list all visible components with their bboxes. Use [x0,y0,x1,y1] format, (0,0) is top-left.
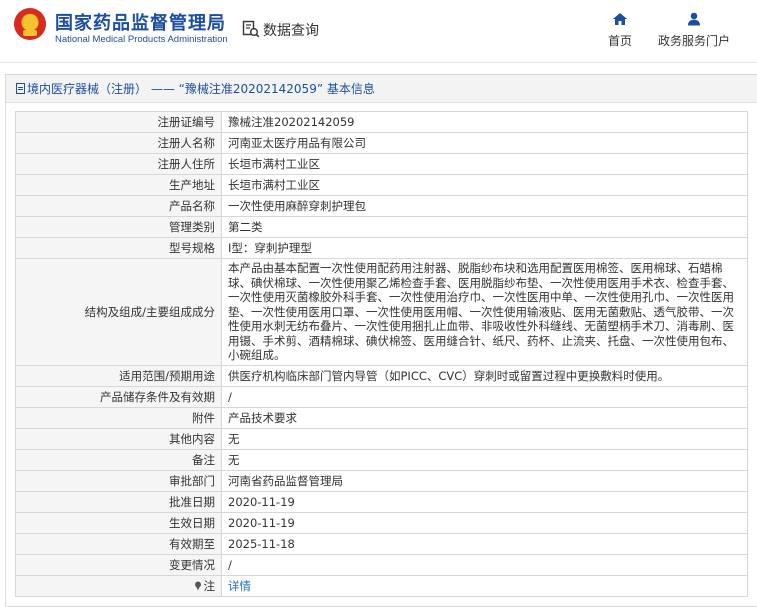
table-row: 注册证编号 豫械注准20202142059 [15,111,748,133]
table-row: 审批部门 河南省药品监督管理局 [15,469,748,492]
field-value: 河南亚太医疗用品有限公司 [221,132,748,154]
table-row: 生产地址 长垣市满村工业区 [15,174,748,196]
field-value: 2020-11-19 [221,490,748,513]
national-emblem-icon [14,8,46,40]
site-title[interactable]: 国家药品监督管理局 [55,9,226,35]
field-label: 批准日期 [15,490,222,513]
note-value-cell: 详情 [221,574,748,597]
nav-gov-service-label: 政务服务门户 [657,34,730,48]
field-value: 河南省药品监督管理局 [221,469,748,492]
field-value: 无 [221,448,748,471]
table-row: 型号规格 I型：穿刺护理型 [15,237,748,259]
field-value: 一次性使用麻醉穿刺护理包 [221,195,748,217]
field-label: 注册人名称 [15,132,222,154]
field-label: 注册人住所 [15,153,222,175]
field-label: 注册证编号 [15,111,222,133]
field-value: 第二类 [221,216,748,238]
home-icon [613,13,627,25]
table-row: 其他内容无 [15,427,748,450]
table-row: 备注无 [15,448,748,471]
field-value: / [221,385,748,408]
field-label: 变更情况 [15,553,222,576]
table-row: 结构及组成/主要组成成分 本产品由基本配置一次性使用配药用注射器、脱脂纱布块和选用… [15,258,748,366]
data-query-icon[interactable] [242,20,260,38]
field-label: 备注 [15,448,222,471]
field-label: 有效期至 [15,532,222,555]
table-row: 注详情 [15,574,748,597]
field-label: 产品名称 [15,195,222,217]
site-subtitle: National Medical Products Administration [55,34,228,45]
field-value: 2020-11-19 [221,511,748,534]
table-row: 注册人名称 河南亚太医疗用品有限公司 [15,132,748,154]
table-row: 适用范围/预期用途 供医疗机构临床部门管内导管（如PICC、CVC）穿刺时或留置过… [15,364,748,387]
panel-header: 境内医疗器械（注册） —— “豫械注准20202142059” 基本信息 [6,75,757,103]
table-row: 注册人住所 长垣市满村工业区 [15,153,748,175]
field-label: 管理类别 [15,216,222,238]
table-row: 有效期至 2025-11-18 [15,532,748,555]
site-header: 国家药品监督管理局 National Medical Products Admi… [0,0,757,62]
note-label: 注 [203,578,216,593]
field-label: 生产地址 [15,174,222,196]
pin-icon [194,581,201,590]
field-value: 长垣市满村工业区 [221,153,748,175]
note-label-cell: 注 [15,574,222,597]
table-row: 附件 产品技术要求 [15,406,748,429]
field-value: 产品技术要求 [221,406,748,429]
field-value: 豫械注准20202142059 [221,111,748,133]
field-value: 长垣市满村工业区 [221,174,748,196]
field-label: 适用范围/预期用途 [15,364,222,387]
field-value: / [221,553,748,576]
field-label: 生效日期 [15,511,222,534]
field-value: I型：穿刺护理型 [221,237,748,259]
field-label: 型号规格 [15,237,222,259]
detail-panel: 境内医疗器械（注册） —— “豫械注准20202142059” 基本信息 注册证… [5,74,757,607]
table-row: 产品名称 一次性使用麻醉穿刺护理包 [15,195,748,217]
field-label: 结构及组成/主要组成成分 [15,258,222,366]
field-label: 产品储存条件及有效期 [15,385,222,408]
document-icon [16,83,25,94]
field-value: 供医疗机构临床部门管内导管（如PICC、CVC）穿刺时或留置过程中更换敷料时使用… [221,364,748,387]
field-value: 无 [221,427,748,450]
table-row: 变更情况 / [15,553,748,576]
details-link[interactable]: 详情 [228,579,251,593]
data-query-link[interactable]: 数据查询 [263,20,319,40]
nav-home[interactable]: 首页 [600,12,640,49]
field-label: 其他内容 [15,427,222,450]
table-row: 批准日期 2020-11-19 [15,490,748,513]
field-label: 附件 [15,406,222,429]
field-value: 2025-11-18 [221,532,748,555]
table-row: 管理类别 第二类 [15,216,748,238]
table-row: 产品储存条件及有效期 / [15,385,748,408]
table-row: 生效日期 2020-11-19 [15,511,748,534]
field-label: 审批部门 [15,469,222,492]
info-table: 注册证编号 豫械注准20202142059 注册人名称 河南亚太医疗用品有限公司 注册人… [15,111,748,597]
nav-home-label: 首页 [607,34,632,48]
user-icon [688,12,700,26]
header-divider [0,62,757,63]
field-value: 本产品由基本配置一次性使用配药用注射器、脱脂纱布块和选用配置医用棉签、医用棉球、… [221,258,748,366]
panel-title: 境内医疗器械（注册） —— “豫械注准20202142059” 基本信息 [27,82,375,96]
nav-gov-service[interactable]: 政务服务门户 [652,12,736,49]
